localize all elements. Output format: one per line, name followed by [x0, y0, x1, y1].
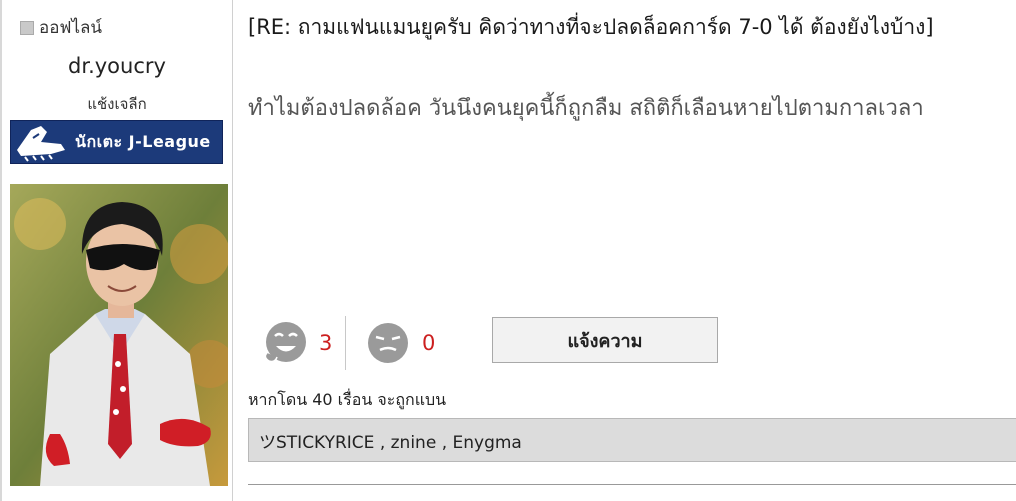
- user-sidebar: ออฟไลน์ dr.youcry แช้งเจลีก นักเตะ J-Lea…: [2, 0, 233, 501]
- post-body: ทำไมต้องปลดล้อค วันนึงคนยุคนี้ก็ถูกลืม ส…: [248, 96, 924, 121]
- reaction-divider: [345, 316, 346, 370]
- status-label: ออฟไลน์: [39, 18, 103, 38]
- sleepy-face-icon[interactable]: [364, 319, 412, 367]
- user-rank: แช้งเจลีก: [87, 95, 147, 113]
- status-indicator-icon: [20, 20, 34, 35]
- avatar[interactable]: [10, 184, 228, 486]
- badge-label: นักเตะ J-League: [75, 131, 211, 151]
- post-title: [RE: ถามแฟนแมนยูครับ คิดว่าทางที่จะปลดล็…: [248, 15, 934, 39]
- bottom-divider: [248, 484, 1016, 485]
- dislike-count: 0: [422, 331, 436, 355]
- post-content: [RE: ถามแฟนแมนยูครับ คิดว่าทางที่จะปลดล็…: [233, 0, 1016, 501]
- avatar-image: [10, 184, 228, 486]
- ban-note: หากโดน 40 เรื่อน จะถูกแบน: [248, 390, 447, 409]
- report-button[interactable]: แจ้งความ: [492, 317, 718, 363]
- laughing-face-icon[interactable]: [261, 319, 309, 367]
- rank-badge: นักเตะ J-League: [10, 120, 223, 164]
- username[interactable]: dr.youcry: [2, 54, 232, 78]
- reaction-bar: 3 0: [261, 316, 442, 370]
- like-count: 3: [319, 331, 333, 355]
- football-boot-icon: [17, 126, 65, 162]
- online-status: ออฟไลน์: [20, 14, 102, 41]
- reporters-list: ツSTICKYRICE , znine , Enygma: [248, 418, 1016, 462]
